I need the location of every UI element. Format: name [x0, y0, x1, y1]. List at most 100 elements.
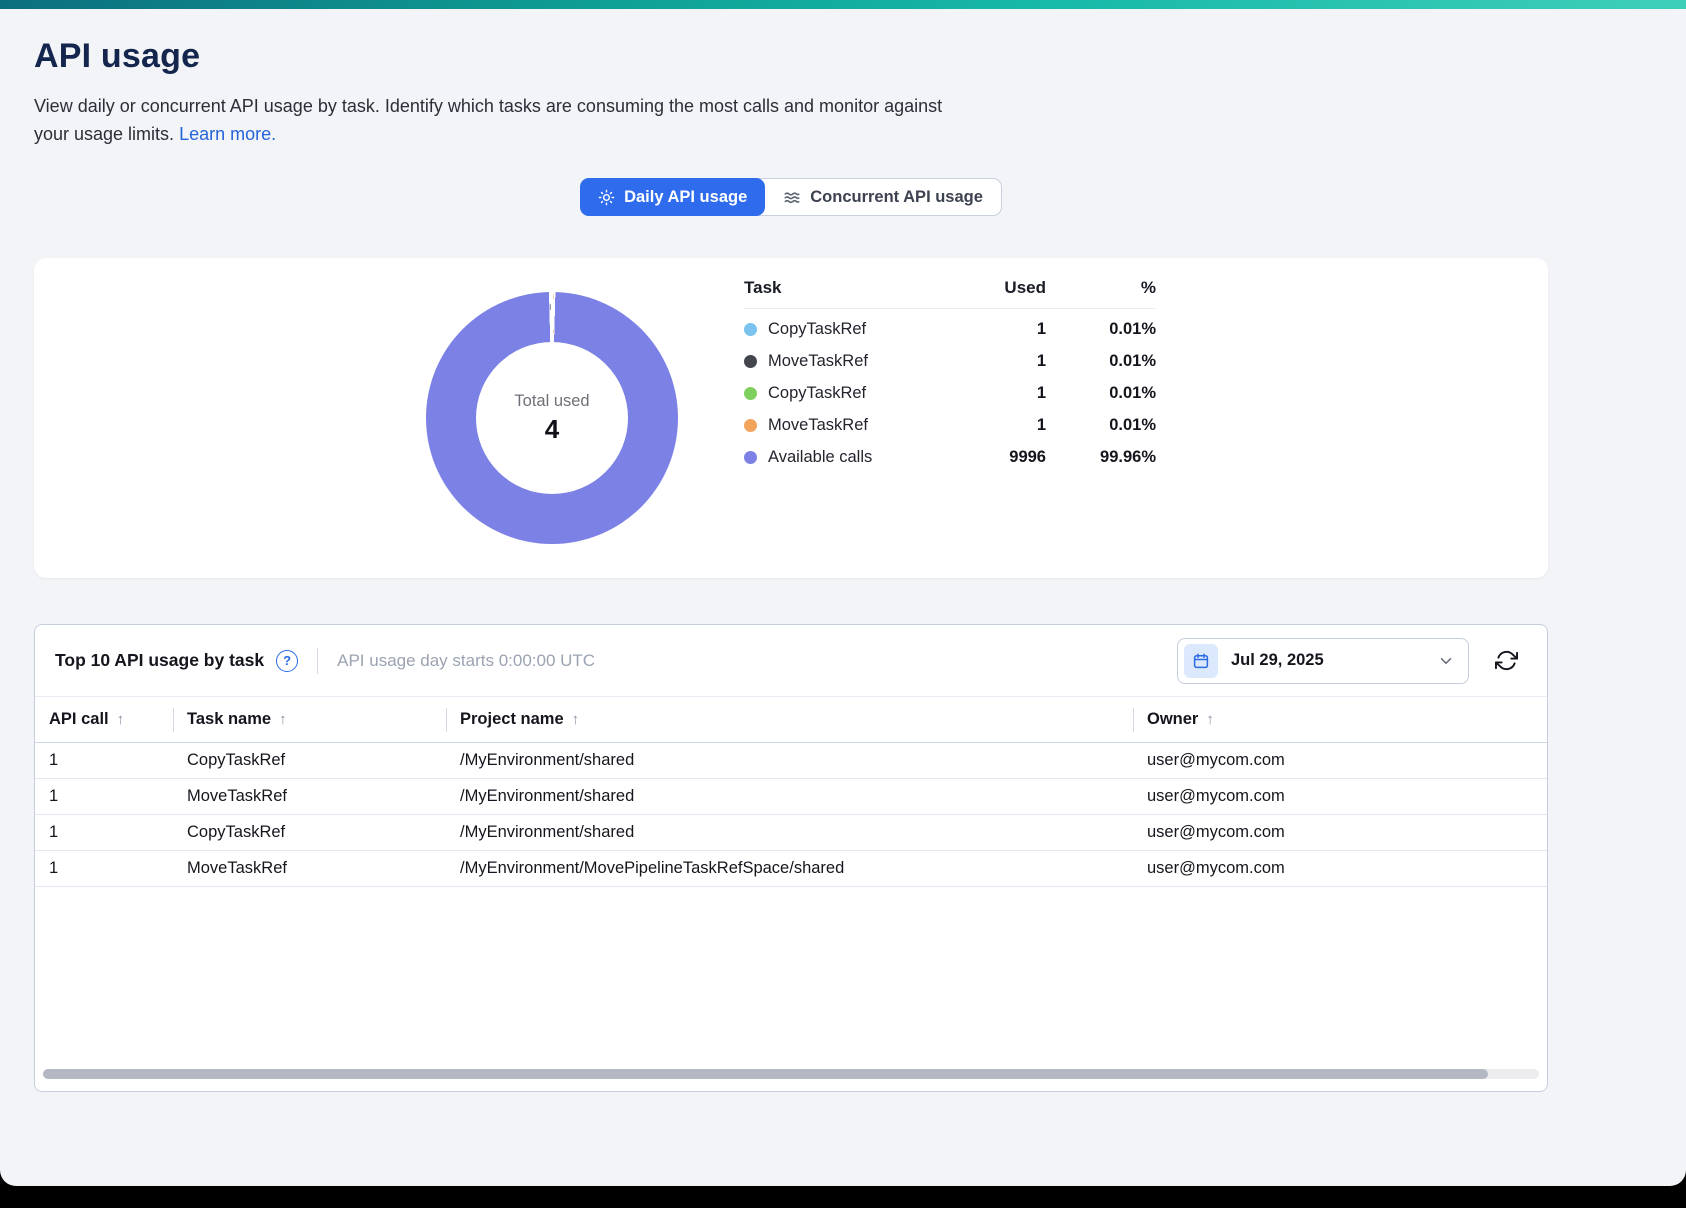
- tab-concurrent-api-usage[interactable]: Concurrent API usage: [765, 179, 1001, 215]
- legend-percent-value: 0.01%: [1046, 384, 1156, 403]
- column-header-api-call[interactable]: API call ↑: [35, 697, 173, 742]
- legend-color-dot: [744, 323, 757, 336]
- table-row[interactable]: 1CopyTaskRef/MyEnvironment/shareduser@my…: [35, 743, 1547, 779]
- refresh-button[interactable]: [1493, 648, 1519, 674]
- learn-more-link[interactable]: Learn more.: [179, 124, 276, 144]
- column-header-owner[interactable]: Owner ↑: [1133, 697, 1547, 742]
- legend-used-value: 1: [956, 352, 1046, 371]
- table-title: Top 10 API usage by task: [55, 650, 264, 671]
- cell-owner: user@mycom.com: [1133, 859, 1547, 878]
- legend-color-dot: [744, 451, 757, 464]
- app-window: API usage View daily or concurrent API u…: [0, 0, 1686, 1186]
- legend-used-value: 1: [956, 320, 1046, 339]
- legend-task-name: CopyTaskRef: [768, 320, 866, 339]
- cell-api-call: 1: [35, 859, 173, 878]
- table-card-header: Top 10 API usage by task ? API usage day…: [35, 625, 1547, 697]
- cell-project-name: /MyEnvironment/shared: [446, 823, 1133, 842]
- usage-type-toggle: Daily API usage Concurrent API usage: [580, 178, 1002, 216]
- table-subtitle: API usage day starts 0:00:00 UTC: [337, 651, 595, 671]
- legend-percent-value: 0.01%: [1046, 416, 1156, 435]
- tab-concurrent-label: Concurrent API usage: [810, 188, 983, 207]
- legend-task-name: MoveTaskRef: [768, 416, 868, 435]
- description-line-2: your usage limits.: [34, 124, 174, 144]
- cell-task-name: MoveTaskRef: [173, 787, 446, 806]
- arrow-up-icon: ↑: [117, 711, 125, 728]
- date-picker-value: Jul 29, 2025: [1231, 651, 1424, 670]
- table-body: 1CopyTaskRef/MyEnvironment/shareduser@my…: [35, 743, 1547, 887]
- bottom-bar: [0, 1186, 1686, 1208]
- arrow-up-icon: ↑: [279, 711, 287, 728]
- table-header-row: API call ↑ Task name ↑ Project name ↑ Ow…: [35, 697, 1547, 743]
- total-used-value: 4: [545, 414, 559, 445]
- legend-task-name: Available calls: [768, 448, 872, 467]
- legend-row: MoveTaskRef 10.01%: [744, 345, 1156, 377]
- description-line-1: View daily or concurrent API usage by ta…: [34, 96, 942, 116]
- cell-task-name: CopyTaskRef: [173, 751, 446, 770]
- daily-usage-chart-card: Total used 4 Task Used % CopyTaskRef10.0…: [34, 258, 1548, 578]
- legend-used-value: 1: [956, 416, 1046, 435]
- legend-task-name: CopyTaskRef: [768, 384, 866, 403]
- legend-header: Task Used %: [744, 278, 1156, 309]
- donut-center: Total used 4: [476, 342, 628, 494]
- legend-row: CopyTaskRef 10.01%: [744, 377, 1156, 409]
- legend-used-value: 9996: [956, 448, 1046, 467]
- cell-project-name: /MyEnvironment/shared: [446, 787, 1133, 806]
- cell-task-name: CopyTaskRef: [173, 823, 446, 842]
- cell-api-call: 1: [35, 787, 173, 806]
- legend-task-name: MoveTaskRef: [768, 352, 868, 371]
- column-header-task-name[interactable]: Task name ↑: [173, 697, 446, 742]
- sun-icon: [598, 189, 615, 206]
- cell-project-name: /MyEnvironment/shared: [446, 751, 1133, 770]
- legend-percent-value: 0.01%: [1046, 352, 1156, 371]
- table-row[interactable]: 1MoveTaskRef/MyEnvironment/shareduser@my…: [35, 779, 1547, 815]
- page-content: API usage View daily or concurrent API u…: [0, 37, 1686, 1092]
- legend-rows: CopyTaskRef10.01%MoveTaskRef10.01%CopyTa…: [744, 313, 1156, 473]
- calendar-icon: [1184, 644, 1218, 678]
- chevron-down-icon: [1437, 652, 1455, 670]
- column-label: Project name: [460, 710, 564, 729]
- column-label: Task name: [187, 710, 271, 729]
- legend-row: Available calls 999699.96%: [744, 441, 1156, 473]
- page-title: API usage: [34, 37, 1652, 76]
- horizontal-scrollbar-thumb[interactable]: [43, 1069, 1488, 1079]
- legend-row: MoveTaskRef 10.01%: [744, 409, 1156, 441]
- api-usage-table-card: Top 10 API usage by task ? API usage day…: [34, 624, 1548, 1092]
- waves-icon: [783, 188, 801, 206]
- top-accent-bar: [0, 0, 1686, 9]
- cell-api-call: 1: [35, 823, 173, 842]
- usage-toggle-row: Daily API usage Concurrent API usage: [34, 178, 1548, 216]
- legend-color-dot: [744, 355, 757, 368]
- arrow-up-icon: ↑: [1206, 711, 1214, 728]
- date-picker[interactable]: Jul 29, 2025: [1177, 638, 1469, 684]
- chart-legend: Task Used % CopyTaskRef10.01%MoveTaskRef…: [744, 278, 1156, 473]
- cell-project-name: /MyEnvironment/MovePipelineTaskRefSpace/…: [446, 859, 1133, 878]
- refresh-icon: [1495, 649, 1518, 672]
- tab-daily-api-usage[interactable]: Daily API usage: [580, 178, 765, 216]
- header-divider: [317, 648, 318, 674]
- table-row[interactable]: 1MoveTaskRef/MyEnvironment/MovePipelineT…: [35, 851, 1547, 887]
- page-description: View daily or concurrent API usage by ta…: [34, 92, 1652, 148]
- question-circle-icon[interactable]: ?: [276, 650, 298, 672]
- column-label: Owner: [1147, 710, 1198, 729]
- donut-chart: Total used 4: [426, 292, 678, 544]
- cell-api-call: 1: [35, 751, 173, 770]
- cell-task-name: MoveTaskRef: [173, 859, 446, 878]
- legend-color-dot: [744, 387, 757, 400]
- legend-used-value: 1: [956, 384, 1046, 403]
- cell-owner: user@mycom.com: [1133, 751, 1547, 770]
- table-row[interactable]: 1CopyTaskRef/MyEnvironment/shareduser@my…: [35, 815, 1547, 851]
- horizontal-scrollbar-track[interactable]: [43, 1069, 1539, 1079]
- legend-percent-value: 99.96%: [1046, 448, 1156, 467]
- cell-owner: user@mycom.com: [1133, 787, 1547, 806]
- legend-row: CopyTaskRef 10.01%: [744, 313, 1156, 345]
- cell-owner: user@mycom.com: [1133, 823, 1547, 842]
- legend-percent-value: 0.01%: [1046, 320, 1156, 339]
- column-header-project-name[interactable]: Project name ↑: [446, 697, 1133, 742]
- legend-color-dot: [744, 419, 757, 432]
- legend-header-used: Used: [956, 278, 1046, 298]
- column-label: API call: [49, 710, 109, 729]
- legend-header-task: Task: [744, 278, 956, 298]
- legend-header-percent: %: [1046, 278, 1156, 298]
- arrow-up-icon: ↑: [572, 711, 580, 728]
- total-used-label: Total used: [514, 392, 589, 411]
